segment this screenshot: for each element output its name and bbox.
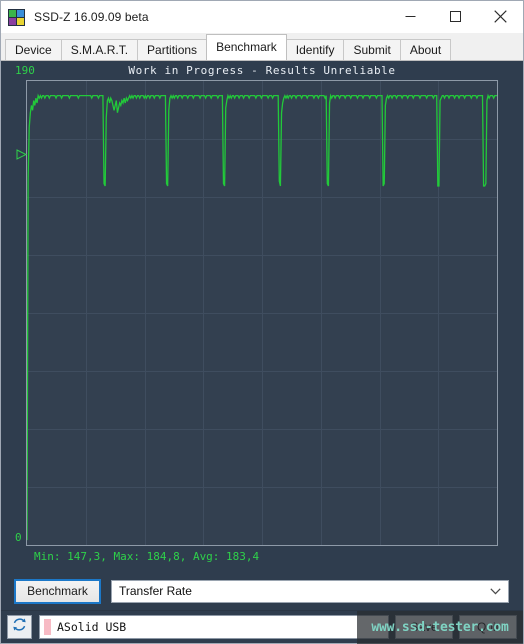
ssd-z-window: SSD-Z 16.09.09 beta Device S.M.A.R.T. Pa… (0, 0, 524, 644)
tab-device[interactable]: Device (5, 39, 62, 60)
tab-benchmark[interactable]: Benchmark (206, 34, 287, 60)
window-title: SSD-Z 16.09.09 beta (34, 10, 149, 24)
chart-plot-area (26, 80, 498, 546)
maximize-button[interactable] (433, 1, 478, 32)
device-bar: ASolid USB Save Quit www.ssd-tester.com (1, 610, 523, 644)
quit-button[interactable]: Quit (459, 615, 517, 639)
title-bar: SSD-Z 16.09.09 beta (1, 1, 523, 33)
tab-submit[interactable]: Submit (343, 39, 401, 60)
device-select[interactable]: ASolid USB (39, 615, 389, 639)
device-name: ASolid USB (57, 620, 127, 634)
close-button[interactable] (478, 1, 523, 32)
tab-identify[interactable]: Identify (285, 39, 345, 60)
benchmark-button[interactable]: Benchmark (14, 578, 101, 604)
benchmark-controls: Benchmark Transfer Rate (1, 572, 523, 610)
window-controls (388, 1, 523, 33)
refresh-icon (12, 617, 27, 637)
y-axis-min-label: 0 (15, 531, 22, 544)
benchmark-mode-select[interactable]: Transfer Rate (111, 579, 509, 603)
benchmark-panel: Work in Progress - Results Unreliable 19… (1, 60, 523, 610)
device-color-swatch (44, 619, 51, 635)
benchmark-stats: Min: 147,3, Max: 184,8, Avg: 183,4 (34, 550, 260, 563)
chart-title: Work in Progress - Results Unreliable (128, 64, 396, 77)
y-axis-max-label: 190 (15, 64, 35, 77)
chart-canvas (27, 81, 497, 545)
tab-strip: Device S.M.A.R.T. Partitions Benchmark I… (1, 33, 523, 60)
tab-partitions[interactable]: Partitions (137, 39, 208, 60)
logo-quadrant-blue (17, 9, 24, 17)
logo-quadrant-green (9, 9, 16, 17)
logo-quadrant-purple (9, 17, 16, 25)
transfer-rate-chart: Work in Progress - Results Unreliable 19… (1, 61, 523, 601)
minimize-button[interactable] (388, 1, 433, 32)
tab-smart[interactable]: S.M.A.R.T. (60, 39, 139, 60)
logo-quadrant-yellow (17, 17, 24, 25)
tab-about[interactable]: About (399, 39, 452, 60)
app-logo-icon (8, 8, 25, 26)
save-button[interactable]: Save (395, 615, 453, 639)
chevron-down-icon (486, 587, 504, 595)
refresh-button[interactable] (7, 615, 32, 639)
benchmark-mode-value: Transfer Rate (119, 584, 192, 598)
